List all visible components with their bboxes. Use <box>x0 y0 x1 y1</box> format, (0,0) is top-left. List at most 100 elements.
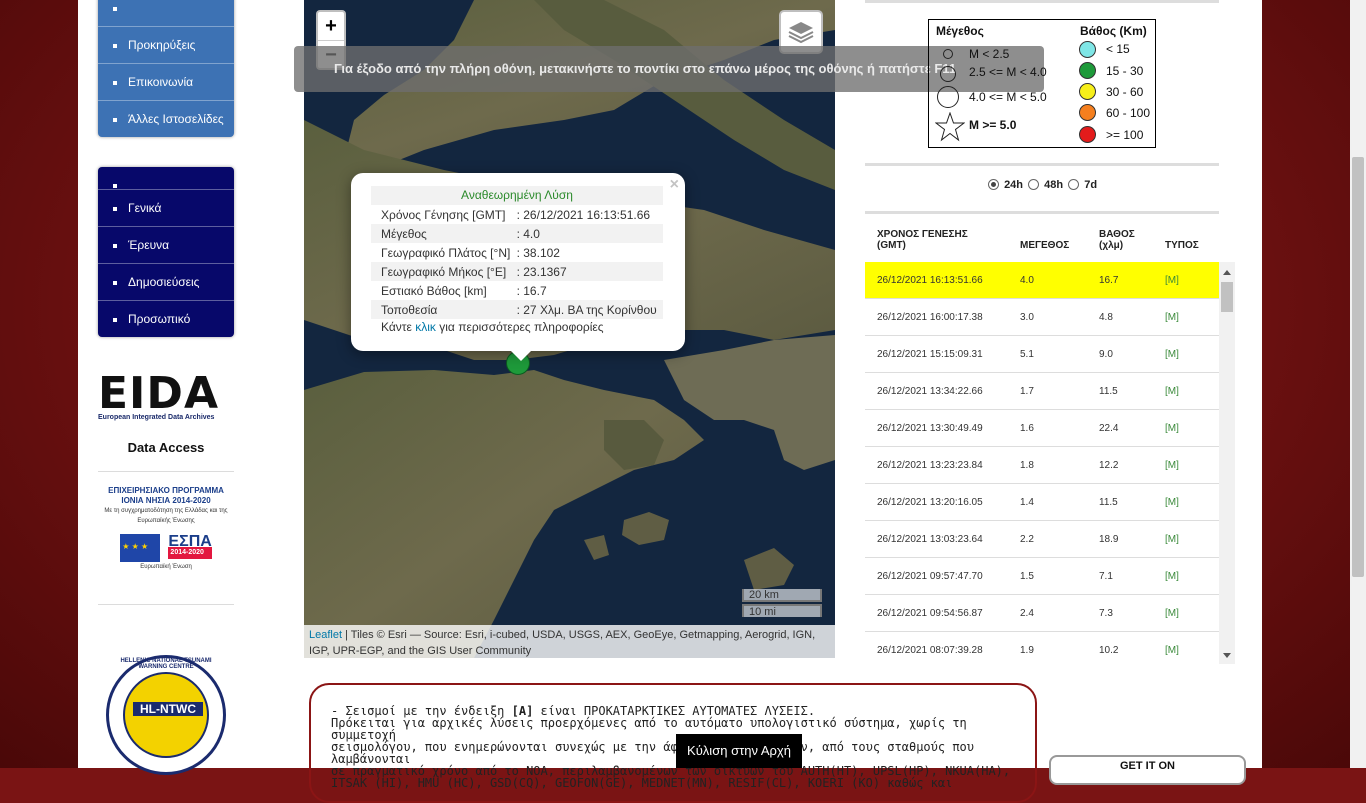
depth-dot-3-icon <box>1079 83 1096 100</box>
popup-row-label: Γεωγραφικό Μήκος [°E] <box>371 262 517 281</box>
zoom-in-button[interactable]: + <box>318 12 344 40</box>
legend-mag-4: M >= 5.0 <box>969 118 1017 132</box>
espa-banner[interactable]: ΕΠΙΧΕΙΡΗΣΙΑΚΟ ΠΡΟΓΡΑΜΜΑ ΙΟΝΙΑ ΝΗΣΙΑ 2014… <box>98 486 234 572</box>
menu-item-announcements[interactable]: Προκηρύξεις <box>98 27 234 64</box>
quake-row[interactable]: 26/12/2021 16:13:51.66 4.0 16.7 [M] <box>865 262 1219 298</box>
menu-item-research[interactable]: Έρευνα <box>98 227 234 264</box>
scroll-thumb[interactable] <box>1221 282 1233 312</box>
quake-row[interactable]: 26/12/2021 09:57:47.70 1.5 7.1 [M] <box>865 557 1219 594</box>
quake-magnitude: 1.7 <box>1020 386 1034 397</box>
popup-row: Γεωγραφικό Πλάτος [°N]: 38.102 <box>371 243 663 262</box>
eu-flag-icon <box>120 534 161 562</box>
menu-item-general[interactable]: Γενικά <box>98 190 234 227</box>
window-scroll-thumb[interactable] <box>1352 157 1364 577</box>
scroll-up-icon[interactable] <box>1223 270 1231 275</box>
quake-depth: 9.0 <box>1099 349 1113 360</box>
menu-item-publications[interactable]: Δημοσιεύσεις <box>98 264 234 301</box>
quake-type[interactable]: [M] <box>1165 386 1179 397</box>
quake-type[interactable]: [M] <box>1165 534 1179 545</box>
popup-row: Τοποθεσία: 27 Χλμ. ΒΑ της Κορίνθου <box>371 300 663 319</box>
sidebar-divider-2 <box>98 604 234 605</box>
leaflet-link[interactable]: Leaflet <box>309 629 342 641</box>
data-access-link[interactable]: Data Access <box>98 440 234 455</box>
quake-depth: 11.5 <box>1099 386 1118 397</box>
popup-more-link[interactable]: κλικ <box>415 320 436 334</box>
quake-magnitude: 1.5 <box>1020 571 1034 582</box>
quake-type[interactable]: [M] <box>1165 423 1179 434</box>
scroll-down-icon[interactable] <box>1223 653 1231 658</box>
quake-list[interactable]: 26/12/2021 16:13:51.66 4.0 16.7 [M] 26/12/20… <box>865 262 1219 664</box>
sidebar-divider <box>98 471 234 472</box>
quake-type[interactable]: [M] <box>1165 497 1179 508</box>
quake-row[interactable]: 26/12/2021 08:07:39.28 1.9 10.2 [M] <box>865 631 1219 664</box>
menu-item-other-sites[interactable]: Άλλες Ιστοσελίδες <box>98 101 234 137</box>
popup-more-prefix: Κάντε <box>381 320 412 334</box>
menu-item-contact[interactable]: Επικοινωνία <box>98 64 234 101</box>
popup-row-label: Μέγεθος <box>371 224 517 243</box>
quake-list-scrollbar[interactable] <box>1219 262 1235 664</box>
legend-depth-2: 15 - 30 <box>1106 64 1144 78</box>
radio-7d[interactable] <box>1068 179 1080 190</box>
popup-details-table: Χρόνος Γένησης [GMT]: 26/12/2021 16:13:5… <box>371 205 663 319</box>
popup-row-value: : 16.7 <box>516 283 547 298</box>
popup-close-icon[interactable]: × <box>670 176 679 194</box>
quake-row[interactable]: 26/12/2021 13:20:16.05 1.4 11.5 [M] <box>865 483 1219 520</box>
radio-7d-label: 7d <box>1084 179 1098 191</box>
right-divider-top <box>865 0 1219 3</box>
quake-type[interactable]: [M] <box>1165 608 1179 619</box>
quake-depth: 10.2 <box>1099 645 1119 656</box>
period-selector: 24h 48h 7d <box>988 179 1099 191</box>
quake-type[interactable]: [M] <box>1165 349 1179 360</box>
popup-more-suffix: για περισσότερες πληροφορίες <box>439 320 604 334</box>
map-legend: Μέγεθος Βάθος (Km) M < 2.5 2.5 <= M < 4.… <box>928 19 1156 148</box>
legend-depth-5: >= 100 <box>1106 128 1144 142</box>
radio-48h[interactable] <box>1028 179 1040 190</box>
popup-row-value: : 38.102 <box>516 245 560 260</box>
menu-header <box>98 167 234 190</box>
automatic-solutions-notice: - Σεισμοί με την ένδειξη [A] είναι ΠΡΟΚΑ… <box>309 683 1037 803</box>
quake-time: 26/12/2021 13:30:49.49 <box>877 423 983 434</box>
menu-item-hidden[interactable] <box>98 0 234 27</box>
eida-logo[interactable]: EIDA European Integrated Data Archives <box>98 368 234 422</box>
quake-row[interactable]: 26/12/2021 13:34:22.66 1.7 11.5 [M] <box>865 372 1219 409</box>
quake-type[interactable]: [M] <box>1165 460 1179 471</box>
window-scrollbar[interactable] <box>1350 0 1366 768</box>
depth-dot-1-icon <box>1079 41 1096 58</box>
quake-row[interactable]: 26/12/2021 16:00:17.38 3.0 4.8 [M] <box>865 298 1219 335</box>
quake-type[interactable]: [M] <box>1165 645 1179 656</box>
radio-24h-label: 24h <box>1004 179 1024 191</box>
quake-type[interactable]: [M] <box>1165 312 1179 323</box>
menu-item-staff[interactable]: Προσωπικό <box>98 301 234 337</box>
quake-row[interactable]: 26/12/2021 15:15:09.31 5.1 9.0 [M] <box>865 335 1219 372</box>
legend-mag-2: 2.5 <= M < 4.0 <box>969 65 1047 79</box>
quake-magnitude: 3.0 <box>1020 312 1034 323</box>
popup-row-value: : 4.0 <box>516 224 663 243</box>
quake-type[interactable]: [M] <box>1165 275 1179 286</box>
quake-time: 26/12/2021 09:57:47.70 <box>877 571 983 582</box>
quake-row[interactable]: 26/12/2021 13:30:49.49 1.6 22.4 [M] <box>865 409 1219 446</box>
quake-time: 26/12/2021 13:03:23.64 <box>877 534 983 545</box>
quake-magnitude: 1.9 <box>1020 645 1034 656</box>
eida-logo-mark: EIDA <box>98 368 220 419</box>
menu-links: Προκηρύξεις Επικοινωνία Άλλες Ιστοσελίδε… <box>98 0 234 137</box>
popup-row-value: : 27 Χλμ. ΒΑ της Κορίνθου <box>516 300 663 319</box>
quake-row[interactable]: 26/12/2021 09:54:56.87 2.4 7.3 [M] <box>865 594 1219 631</box>
quake-row[interactable]: 26/12/2021 13:23:23.84 1.8 12.2 [M] <box>865 446 1219 483</box>
attribution-text: | Tiles © Esri — Source: Esri, i-cubed, … <box>309 629 816 657</box>
layers-icon <box>788 22 814 44</box>
popup-row: Γεωγραφικό Μήκος [°E]: 23.1367 <box>371 262 663 281</box>
quake-depth: 18.9 <box>1099 534 1119 545</box>
quake-magnitude: 1.6 <box>1020 423 1034 434</box>
legend-depth-4: 60 - 100 <box>1106 106 1151 120</box>
quake-row[interactable]: 26/12/2021 13:03:23.64 2.2 18.9 [M] <box>865 520 1219 557</box>
depth-dot-4-icon <box>1079 104 1096 121</box>
espa-logo: ΕΣΠΑ 2014-2020 <box>168 534 212 559</box>
quake-type[interactable]: [M] <box>1165 571 1179 582</box>
get-it-on-badge[interactable]: GET IT ON <box>1049 755 1246 785</box>
ntwc-logo[interactable]: HELLENIC NATIONAL TSUNAMI WARNING CENTRE… <box>106 655 226 775</box>
popup-title: Αναθεωρημένη Λύση <box>371 186 663 205</box>
notice-line3: σεισμολόγου, που ενημερώνονται συνεχώς μ… <box>331 740 974 766</box>
scroll-to-top-button[interactable]: Κύλιση στην Αρχή <box>676 734 802 768</box>
radio-24h[interactable] <box>988 179 999 190</box>
popup-row: Μέγεθος: 4.0 <box>371 224 663 243</box>
